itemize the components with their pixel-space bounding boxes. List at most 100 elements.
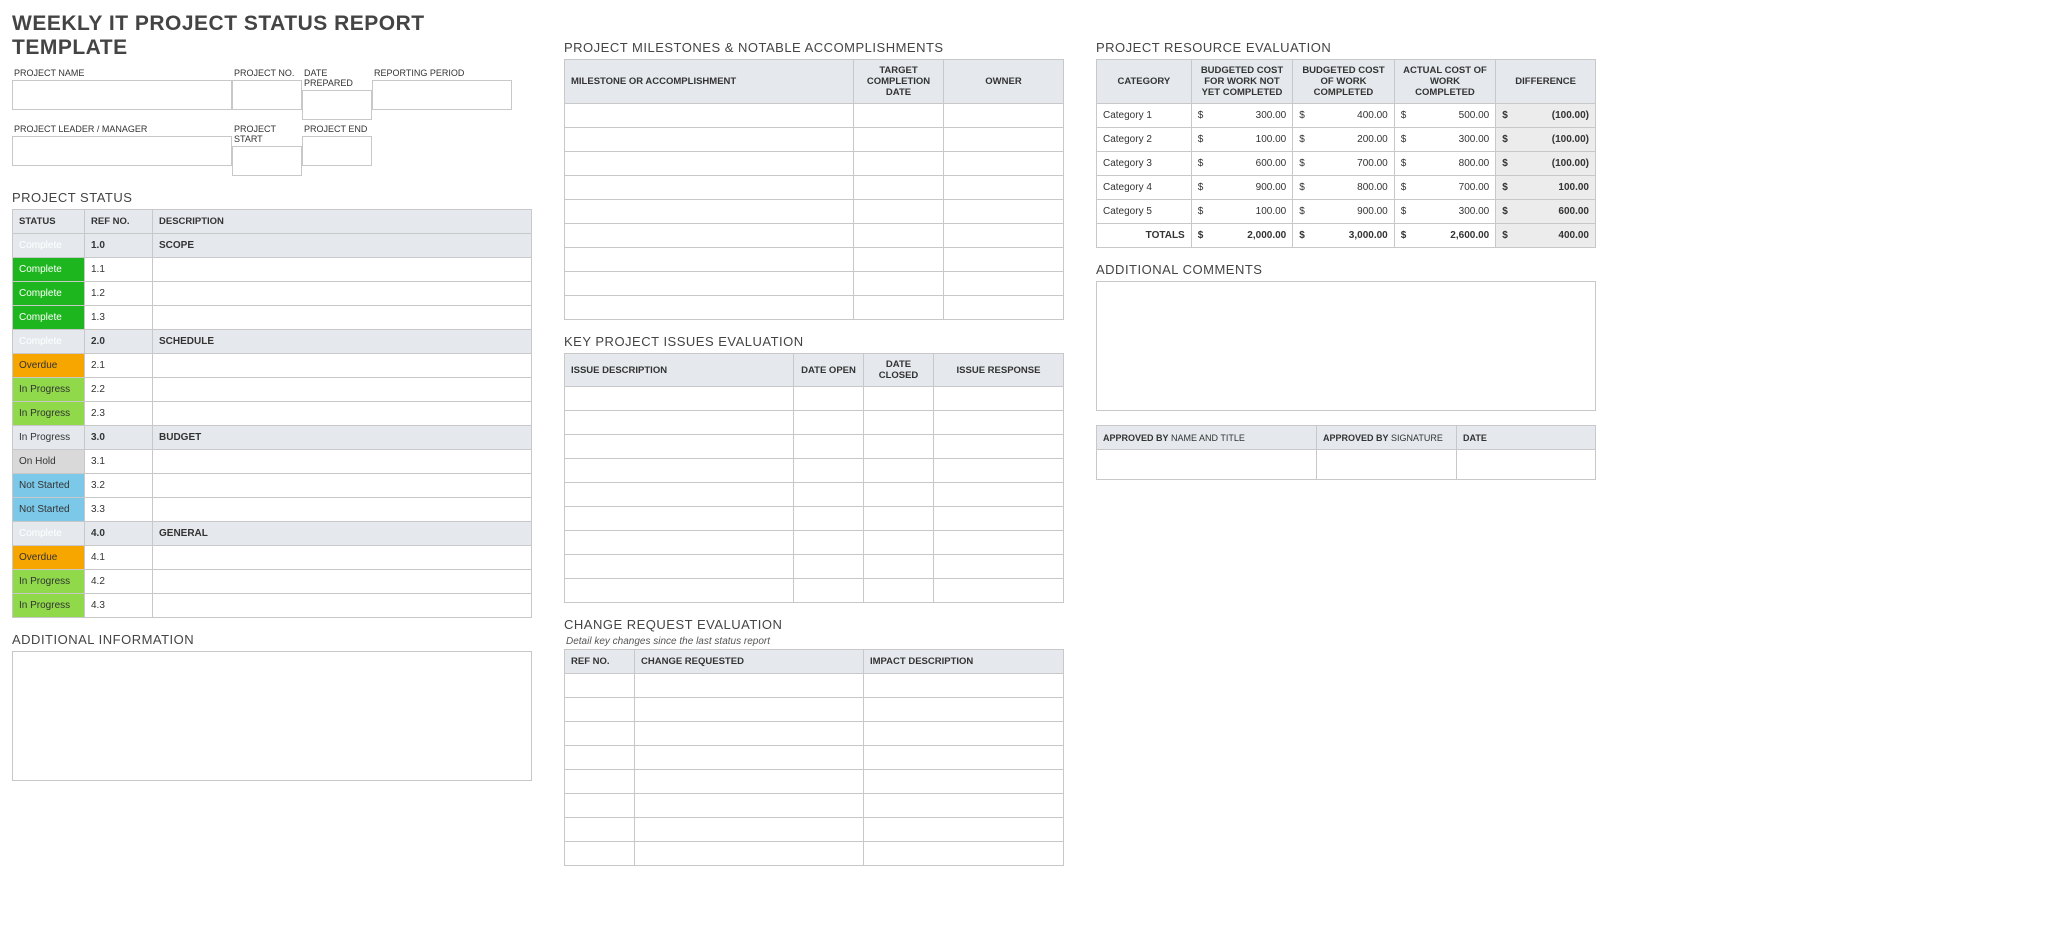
desc-cell[interactable]: GENERAL [153, 522, 532, 546]
desc-cell[interactable] [153, 450, 532, 474]
cell[interactable] [864, 698, 1064, 722]
cell[interactable] [864, 794, 1064, 818]
cell[interactable] [854, 176, 944, 200]
cell[interactable] [864, 387, 934, 411]
cell[interactable] [565, 272, 854, 296]
cell[interactable] [565, 387, 794, 411]
meta-input[interactable] [12, 80, 232, 110]
cell[interactable] [565, 722, 635, 746]
cell[interactable] [864, 411, 934, 435]
desc-cell[interactable] [153, 258, 532, 282]
cell[interactable] [864, 818, 1064, 842]
cell[interactable] [854, 152, 944, 176]
status-cell[interactable]: Overdue [13, 546, 85, 570]
comments-box[interactable] [1096, 281, 1596, 411]
meta-input[interactable] [12, 136, 232, 166]
cell[interactable] [635, 794, 864, 818]
cell[interactable] [864, 674, 1064, 698]
cell[interactable] [864, 722, 1064, 746]
cell[interactable] [565, 531, 794, 555]
cell[interactable] [864, 746, 1064, 770]
cell[interactable] [794, 483, 864, 507]
cell[interactable] [565, 435, 794, 459]
cell[interactable] [565, 555, 794, 579]
cell[interactable] [854, 248, 944, 272]
desc-cell[interactable] [153, 498, 532, 522]
cell[interactable] [854, 296, 944, 320]
cell[interactable] [934, 507, 1064, 531]
cell[interactable] [864, 555, 934, 579]
meta-input[interactable] [232, 80, 302, 110]
cell[interactable] [864, 531, 934, 555]
cell[interactable] [944, 272, 1064, 296]
cell[interactable] [854, 224, 944, 248]
cell[interactable] [854, 128, 944, 152]
cell[interactable] [934, 531, 1064, 555]
desc-cell[interactable]: SCHEDULE [153, 330, 532, 354]
cell[interactable] [864, 579, 934, 603]
cell[interactable] [635, 842, 864, 866]
status-cell[interactable]: In Progress [13, 570, 85, 594]
cell[interactable] [565, 746, 635, 770]
cell[interactable] [934, 411, 1064, 435]
cell[interactable] [635, 722, 864, 746]
desc-cell[interactable] [153, 378, 532, 402]
cell[interactable] [565, 411, 794, 435]
cell[interactable] [565, 459, 794, 483]
cell[interactable] [565, 176, 854, 200]
cell[interactable] [864, 459, 934, 483]
status-cell[interactable]: In Progress [13, 594, 85, 618]
desc-cell[interactable] [153, 546, 532, 570]
cell[interactable] [565, 248, 854, 272]
desc-cell[interactable] [153, 354, 532, 378]
cell[interactable] [854, 104, 944, 128]
cell[interactable] [565, 818, 635, 842]
meta-input[interactable] [302, 90, 372, 120]
desc-cell[interactable] [153, 306, 532, 330]
approval-sig-cell[interactable] [1317, 450, 1457, 480]
status-cell[interactable]: Complete [13, 234, 85, 258]
cell[interactable] [565, 842, 635, 866]
cell[interactable] [944, 152, 1064, 176]
meta-input[interactable] [232, 146, 302, 176]
cell[interactable] [944, 200, 1064, 224]
cell[interactable] [565, 770, 635, 794]
cell[interactable] [864, 435, 934, 459]
cell[interactable] [794, 579, 864, 603]
cell[interactable] [565, 128, 854, 152]
status-cell[interactable]: Not Started [13, 498, 85, 522]
cell[interactable] [934, 435, 1064, 459]
cell[interactable] [864, 483, 934, 507]
additional-info-box[interactable] [12, 651, 532, 781]
cell[interactable] [944, 128, 1064, 152]
cell[interactable] [565, 296, 854, 320]
status-cell[interactable]: Complete [13, 282, 85, 306]
cell[interactable] [854, 200, 944, 224]
cell[interactable] [864, 507, 934, 531]
cell[interactable] [565, 794, 635, 818]
cell[interactable] [635, 746, 864, 770]
meta-input[interactable] [302, 136, 372, 166]
status-cell[interactable]: Complete [13, 522, 85, 546]
cell[interactable] [635, 674, 864, 698]
cell[interactable] [635, 698, 864, 722]
status-cell[interactable]: In Progress [13, 402, 85, 426]
meta-input[interactable] [372, 80, 512, 110]
cell[interactable] [565, 674, 635, 698]
cell[interactable] [864, 770, 1064, 794]
cell[interactable] [944, 296, 1064, 320]
cell[interactable] [794, 411, 864, 435]
cell[interactable] [565, 224, 854, 248]
cell[interactable] [794, 387, 864, 411]
status-cell[interactable]: Complete [13, 258, 85, 282]
status-cell[interactable]: Complete [13, 306, 85, 330]
desc-cell[interactable] [153, 570, 532, 594]
cell[interactable] [565, 104, 854, 128]
cell[interactable] [635, 818, 864, 842]
cell[interactable] [934, 387, 1064, 411]
desc-cell[interactable] [153, 402, 532, 426]
cell[interactable] [944, 176, 1064, 200]
status-cell[interactable]: Overdue [13, 354, 85, 378]
cell[interactable] [854, 272, 944, 296]
status-cell[interactable]: On Hold [13, 450, 85, 474]
